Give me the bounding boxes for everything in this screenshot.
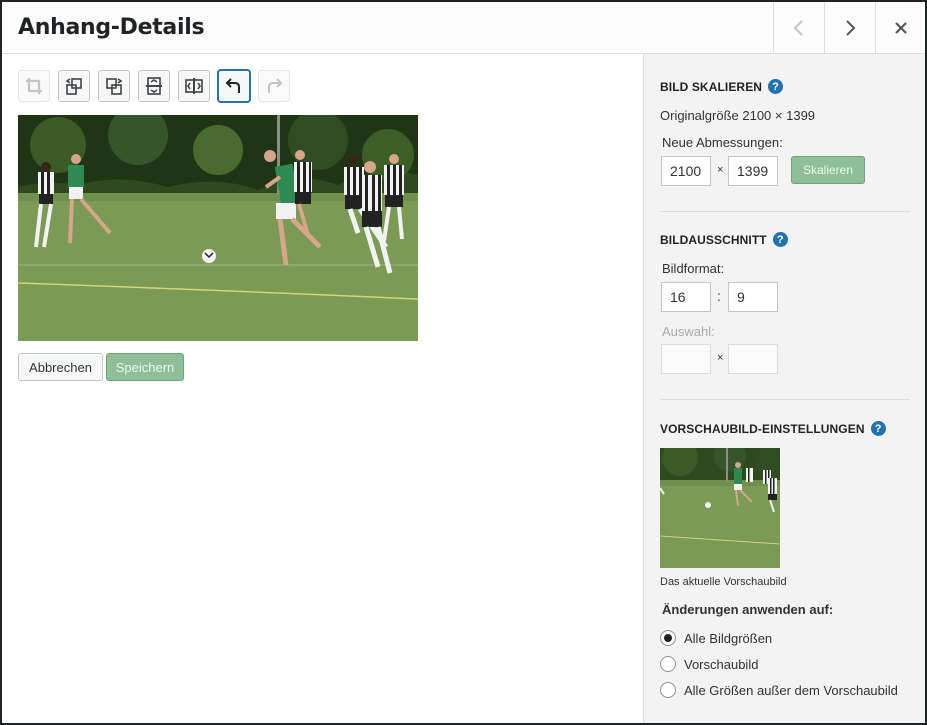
flip-horizontal-button[interactable] bbox=[178, 70, 210, 102]
redo-icon bbox=[268, 78, 283, 93]
radio-button[interactable] bbox=[660, 682, 676, 698]
crop-button[interactable] bbox=[18, 70, 50, 102]
cancel-button[interactable]: Abbrechen bbox=[18, 353, 103, 381]
scale-title-text: Bild skalieren bbox=[660, 79, 763, 94]
radio-thumbnail-only[interactable]: Vorschaubild bbox=[660, 656, 758, 672]
help-icon[interactable]: ? bbox=[772, 232, 788, 247]
rotate-left-icon bbox=[65, 78, 82, 95]
ratio-separator: : bbox=[717, 288, 721, 304]
chevron-left-icon bbox=[793, 20, 803, 36]
close-icon bbox=[895, 22, 907, 34]
times-sign: × bbox=[717, 352, 724, 364]
modal-header: Anhang-Details bbox=[2, 2, 925, 54]
apply-changes-label: Änderungen anwenden auf: bbox=[662, 602, 834, 617]
attachment-details-modal: Anhang-Details Abbrechen Speichern BILD … bbox=[0, 0, 927, 725]
redo-button[interactable] bbox=[258, 70, 290, 102]
current-thumbnail bbox=[660, 448, 780, 568]
previous-button[interactable] bbox=[773, 2, 824, 54]
chevron-right-icon bbox=[846, 20, 856, 36]
original-size: Originalgröße 2100 × 1399 bbox=[660, 108, 816, 123]
thumbnail-caption: Das aktuelle Vorschaubild bbox=[660, 576, 787, 588]
selection-height-input[interactable] bbox=[728, 344, 778, 374]
undo-icon bbox=[225, 78, 240, 93]
rotate-left-button[interactable] bbox=[58, 70, 90, 102]
radio-all-sizes[interactable]: Alle Bildgrößen bbox=[660, 630, 772, 646]
scale-button[interactable]: Skalieren bbox=[791, 156, 865, 184]
flip-vertical-icon bbox=[146, 77, 162, 95]
help-icon[interactable]: ? bbox=[870, 421, 886, 436]
crop-title-text: Bildausschnitt bbox=[660, 232, 767, 247]
thumbnail-title-text: Vorschaubild-Einstellungen bbox=[660, 421, 865, 436]
times-sign: × bbox=[717, 164, 724, 176]
flip-horizontal-icon bbox=[185, 78, 203, 94]
aspect-ratio-width-input[interactable] bbox=[661, 282, 711, 312]
image-settings-sidebar: Bild skalieren ? Originalgröße 2100 × 13… bbox=[643, 54, 925, 723]
radio-button-checked[interactable] bbox=[660, 630, 676, 646]
modal-title: Anhang-Details bbox=[18, 15, 205, 40]
help-icon[interactable]: ? bbox=[768, 79, 784, 94]
close-button[interactable] bbox=[875, 2, 925, 54]
thumbnail-section-title: Vorschaubild-Einstellungen ? bbox=[660, 421, 886, 436]
scale-width-input[interactable] bbox=[661, 156, 711, 186]
save-button[interactable]: Speichern bbox=[106, 353, 184, 381]
rotate-right-icon bbox=[106, 78, 123, 95]
radio-label: Vorschaubild bbox=[684, 656, 759, 672]
scale-section-title: Bild skalieren ? bbox=[660, 79, 784, 94]
divider bbox=[660, 211, 910, 212]
radio-all-except-thumbnail[interactable]: Alle Größen außer dem Vorschaubild bbox=[660, 682, 898, 698]
scale-height-input[interactable] bbox=[728, 156, 778, 186]
new-dimensions-label: Neue Abmessungen: bbox=[662, 135, 783, 150]
flip-vertical-button[interactable] bbox=[138, 70, 170, 102]
radio-label: Alle Bildgrößen bbox=[684, 630, 773, 646]
divider bbox=[660, 399, 910, 400]
image-editor: Abbrechen Speichern bbox=[2, 54, 643, 723]
radio-button[interactable] bbox=[660, 656, 676, 672]
undo-button[interactable] bbox=[218, 70, 250, 102]
crop-section-title: Bildausschnitt ? bbox=[660, 232, 788, 247]
radio-label: Alle Größen außer dem Vorschaubild bbox=[684, 682, 898, 698]
rotate-right-button[interactable] bbox=[98, 70, 130, 102]
crop-icon bbox=[26, 78, 42, 94]
next-button[interactable] bbox=[824, 2, 875, 54]
aspect-ratio-height-input[interactable] bbox=[728, 282, 778, 312]
selection-width-input[interactable] bbox=[661, 344, 711, 374]
selection-label: Auswahl: bbox=[662, 324, 715, 339]
aspect-ratio-label: Bildformat: bbox=[662, 261, 725, 276]
edit-image-preview[interactable] bbox=[18, 115, 418, 341]
